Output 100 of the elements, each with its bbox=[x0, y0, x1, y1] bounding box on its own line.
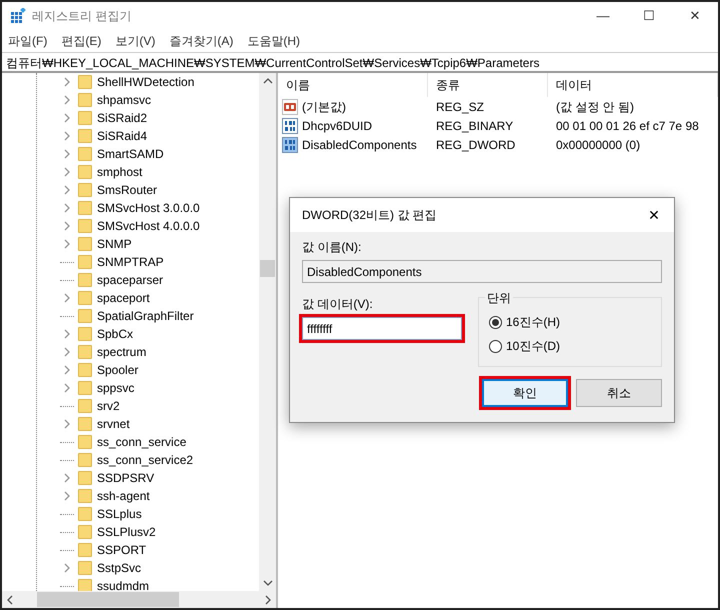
tree-item[interactable]: SiSRaid2 bbox=[97, 109, 148, 127]
menu-item[interactable]: 보기(V) bbox=[109, 32, 162, 50]
tree-item[interactable]: SSDPSRV bbox=[97, 469, 154, 487]
horizontal-scrollbar[interactable] bbox=[2, 591, 276, 608]
window-title: 레지스트리 편집기 bbox=[32, 8, 132, 25]
tree-item[interactable]: SmsRouter bbox=[97, 181, 158, 199]
tree-item[interactable]: SpatialGraphFilter bbox=[97, 307, 194, 325]
folder-icon bbox=[78, 165, 92, 179]
value-data-field[interactable]: ffffffff bbox=[302, 317, 462, 340]
maximize-button[interactable]: ☐ bbox=[626, 2, 672, 30]
tree-item[interactable]: spectrum bbox=[97, 343, 146, 361]
tree-item[interactable]: ShellHWDetection bbox=[97, 73, 194, 91]
value-data: (값 설정 안 됨) bbox=[555, 98, 635, 116]
close-button[interactable]: ✕ bbox=[672, 2, 718, 30]
folder-icon bbox=[78, 579, 92, 591]
column-header[interactable]: 데이터 bbox=[548, 73, 718, 97]
tree-item[interactable]: srvnet bbox=[97, 415, 130, 433]
value-name[interactable]: Dhcpv6DUID bbox=[302, 116, 372, 134]
folder-icon bbox=[78, 399, 92, 413]
tree-item[interactable]: SNMP bbox=[97, 235, 132, 253]
value-data: 0x00000000 (0) bbox=[555, 136, 642, 154]
folder-icon bbox=[78, 201, 92, 215]
minimize-button[interactable]: — bbox=[580, 2, 626, 30]
folder-icon bbox=[78, 489, 92, 503]
folder-icon bbox=[78, 309, 92, 323]
tree-item[interactable]: ss_conn_service bbox=[97, 433, 186, 451]
tree-item[interactable]: SpbCx bbox=[97, 325, 134, 343]
folder-icon bbox=[78, 507, 92, 521]
tree-item[interactable]: SMSvcHost 4.0.0.0 bbox=[97, 217, 200, 235]
folder-icon bbox=[78, 75, 92, 89]
tree-item[interactable]: Spooler bbox=[97, 361, 138, 379]
scroll-thumb[interactable] bbox=[37, 592, 179, 607]
radio-label[interactable]: 16진수(H) bbox=[506, 313, 560, 331]
folder-icon bbox=[78, 93, 92, 107]
folder-icon bbox=[78, 219, 92, 233]
binary-value-icon bbox=[282, 136, 298, 152]
field-label: 값 이름(N): bbox=[302, 239, 362, 256]
folder-icon bbox=[78, 327, 92, 341]
folder-icon bbox=[78, 525, 92, 539]
radio-button[interactable] bbox=[489, 316, 502, 328]
value-type: REG_BINARY bbox=[435, 118, 514, 134]
tree-item[interactable]: SiSRaid4 bbox=[97, 127, 148, 145]
binary-value-icon bbox=[282, 118, 298, 134]
tree-item[interactable]: smphost bbox=[97, 163, 142, 181]
string-value-icon bbox=[282, 98, 298, 114]
tree-item[interactable]: spaceparser bbox=[97, 271, 164, 289]
folder-icon bbox=[78, 237, 92, 251]
menu-item[interactable]: 편집(E) bbox=[55, 32, 108, 50]
tree-item[interactable]: sppsvc bbox=[97, 379, 134, 397]
folder-icon bbox=[78, 471, 92, 485]
value-name[interactable]: (기본값) bbox=[302, 98, 346, 116]
field-label: 값 데이터(V): bbox=[302, 296, 374, 313]
tree-item[interactable]: SmartSAMD bbox=[97, 145, 164, 163]
folder-icon bbox=[78, 255, 92, 269]
column-header[interactable]: 이름 bbox=[278, 73, 428, 97]
menu-item[interactable]: 파일(F) bbox=[2, 32, 54, 50]
tree-item[interactable]: shpamsvc bbox=[97, 91, 152, 109]
address-bar[interactable]: 컴퓨터₩HKEY_LOCAL_MACHINE₩SYSTEM₩CurrentControlSet₩Services₩Tcpip6₩Parameters bbox=[2, 52, 718, 72]
folder-icon bbox=[78, 291, 92, 305]
dialog-title: DWORD(32비트) 값 편집 bbox=[302, 207, 437, 224]
tree-item[interactable]: ss_conn_service2 bbox=[97, 451, 194, 469]
folder-icon bbox=[78, 363, 92, 377]
scroll-thumb[interactable] bbox=[260, 260, 275, 277]
value-type: REG_SZ bbox=[435, 98, 486, 116]
value-name[interactable]: DisabledComponents bbox=[302, 136, 417, 154]
menu-item[interactable]: 도움말(H) bbox=[241, 32, 306, 50]
radio-button[interactable] bbox=[489, 340, 502, 352]
folder-icon bbox=[78, 129, 92, 143]
ok-button[interactable]: 확인 bbox=[482, 379, 568, 407]
folder-icon bbox=[78, 561, 92, 575]
folder-icon bbox=[78, 417, 92, 431]
tree-item[interactable]: ssudmdm bbox=[97, 577, 150, 591]
folder-icon bbox=[78, 543, 92, 557]
tree-item[interactable]: ssh-agent bbox=[97, 487, 150, 505]
tree-item[interactable]: SSLplus bbox=[97, 505, 142, 523]
close-button[interactable]: ✕ bbox=[634, 198, 674, 232]
folder-icon bbox=[78, 435, 92, 449]
value-type: REG_DWORD bbox=[435, 136, 516, 154]
tree-item[interactable]: spaceport bbox=[97, 289, 150, 307]
app-icon bbox=[10, 8, 26, 24]
folder-icon bbox=[78, 381, 92, 395]
tree-item[interactable]: SSLPlusv2 bbox=[97, 523, 156, 541]
tree-item[interactable]: SNMPTRAP bbox=[97, 253, 164, 271]
cancel-button[interactable]: 취소 bbox=[576, 379, 662, 407]
value-name-field: DisabledComponents bbox=[302, 260, 662, 283]
folder-icon bbox=[78, 147, 92, 161]
folder-icon bbox=[78, 183, 92, 197]
column-header[interactable]: 종류 bbox=[428, 73, 548, 97]
tree-item[interactable]: SMSvcHost 3.0.0.0 bbox=[97, 199, 200, 217]
folder-icon bbox=[78, 453, 92, 467]
folder-icon bbox=[78, 111, 92, 125]
tree-item[interactable]: srv2 bbox=[97, 397, 120, 415]
tree-item[interactable]: SSPORT bbox=[97, 541, 146, 559]
radio-label[interactable]: 10진수(D) bbox=[506, 337, 560, 355]
menu-item[interactable]: 즐겨찾기(A) bbox=[163, 32, 240, 50]
value-data: 00 01 00 01 26 ef c7 7e 98 bbox=[555, 118, 700, 134]
folder-icon bbox=[78, 273, 92, 287]
vertical-scrollbar[interactable] bbox=[259, 73, 276, 591]
tree-item[interactable]: SstpSvc bbox=[97, 559, 142, 577]
folder-icon bbox=[78, 345, 92, 359]
